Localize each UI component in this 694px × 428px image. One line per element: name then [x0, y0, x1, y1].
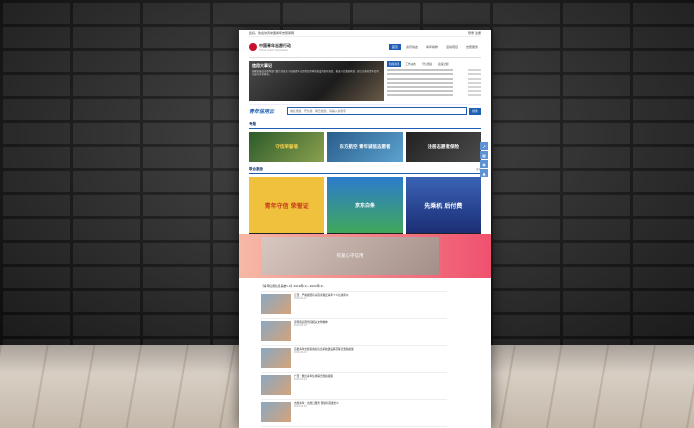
search-input[interactable]: 诚信激励、守信者、联合激励、请输入关键字 [287, 107, 467, 115]
incentive-card[interactable]: 先乘机 后付费 海航集团 [405, 177, 481, 239]
floating-toolbar: ↗ ▦ ◉ ▲ [480, 142, 488, 177]
hero-banner[interactable]: 信用大事记 国家发展改革委等部门联合印发关于加强青年志愿者信用体系建设的指导意见… [249, 61, 384, 101]
featured-news[interactable]: 【青年信用信息系统1.0】2019年(1)~2022年(1) [261, 280, 447, 292]
love-credit-banner[interactable]: 有爱心守信用 [261, 237, 439, 275]
weibo-icon[interactable]: ◉ [480, 160, 488, 168]
card-image-text: 青年守信 荣誉证 [249, 177, 325, 233]
incentive-card[interactable]: 青年守信 荣誉证 江苏省银行 [249, 177, 325, 239]
nav-item-home[interactable]: 首页 [388, 44, 401, 50]
site-logo[interactable]: 中国青年志愿行动 China Youth Volunteers [249, 43, 291, 52]
list-item[interactable]: 广西：推出青年信用联合激励措施 2019-04-12 [261, 373, 447, 400]
emblem-icon [249, 43, 257, 51]
news-tabs: 新闻资讯 工作动态 守信激励 政策法规 [387, 61, 481, 67]
incentive-cards: 青年守信 荣誉证 江苏省银行 京东白条 京东白条 先乘机 后付费 海航集团 [249, 177, 481, 239]
news-thumbnail [261, 402, 291, 422]
news-date: 2019-04-10 [294, 405, 307, 409]
tab-policy[interactable]: 政策法规 [436, 61, 450, 67]
list-item[interactable]: 志愿青年：志愿日服务 帮助有需要的人 2019-04-10 [261, 400, 447, 427]
news-date: 2019-04-16 [294, 324, 307, 328]
hero-title: 信用大事记 [252, 63, 272, 68]
tab-news[interactable]: 新闻资讯 [387, 61, 402, 67]
news-date: 2019-04-17 [294, 297, 307, 301]
top-bar: 您好，欢迎访问中国青年志愿者网 登录 注册 [249, 30, 481, 37]
nav-item-models[interactable]: 青年榜样 [423, 44, 441, 50]
share-icon[interactable]: ↗ [480, 142, 488, 150]
list-item[interactable]: 首批青年志愿者诚信信息系统建设情况联合激励措施 2019-04-15 [261, 346, 447, 373]
nav-item-projects[interactable]: 活动项目 [443, 44, 461, 50]
news-line[interactable] [387, 90, 481, 93]
website-mockup: 您好，欢迎访问中国青年志愿者网 登录 注册 中国青年志愿行动 China You… [239, 30, 491, 428]
hero-area: 信用大事记 国家发展改革委等部门联合印发关于加强青年志愿者信用体系建设的指导意见… [249, 61, 481, 101]
tab-incentive[interactable]: 守信激励 [420, 61, 434, 67]
search-button[interactable]: 搜索 [469, 107, 481, 115]
banner-eastern-airlines[interactable]: 东方航空 青年诚信志愿者 [327, 132, 403, 162]
news-date: 2019-04-12 [294, 378, 307, 382]
hero-description: 国家发展改革委等部门联合印发关于加强青年志愿者信用体系建设的指导意见，推进守信激… [252, 70, 379, 76]
news-line[interactable] [387, 81, 481, 84]
special-banners: 守信荣誉墙 东方航空 青年诚信志愿者 注册志愿者保险 [249, 132, 481, 162]
logo-title: 中国青年志愿行动 [259, 42, 291, 48]
site-header: 中国青年志愿行动 China Youth Volunteers 首页 资讯动态 … [249, 37, 481, 58]
news-list: 【青年信用信息系统1.0】2019年(1)~2022年(1) 江西：严格按照有关… [261, 280, 447, 427]
news-line[interactable] [387, 94, 481, 97]
search-bar: 青年信用云 诚信激励、守信者、联合激励、请输入关键字 搜索 [249, 104, 481, 117]
incentive-card[interactable]: 京东白条 京东白条 [327, 177, 403, 239]
tab-work[interactable]: 工作动态 [403, 61, 417, 67]
news-line[interactable] [387, 77, 481, 80]
news-thumbnail [261, 294, 291, 314]
section-heading: 联合激励 [249, 167, 263, 171]
credit-cloud-logo: 青年信用云 [249, 108, 275, 115]
card-image-text: 先乘机 后付费 [405, 177, 481, 233]
list-item[interactable]: 贯彻落实国务院相关文件精神 2019-04-16 [261, 319, 447, 346]
banner-insurance[interactable]: 注册志愿者保险 [405, 132, 481, 162]
nav-item-news[interactable]: 资讯动态 [403, 44, 421, 50]
news-thumbnail [261, 375, 291, 395]
news-thumbnail [261, 321, 291, 341]
section-heading: 专题 [249, 122, 256, 126]
list-item[interactable]: 江西：严格按照有关程序规定青年个人信用评价 2019-04-17 [261, 292, 447, 319]
news-line[interactable] [387, 69, 481, 72]
news-line[interactable] [387, 73, 481, 76]
news-panel: 新闻资讯 工作动态 守信激励 政策法规 [387, 61, 481, 101]
topbar-welcome: 您好，欢迎访问中国青年志愿者网 [249, 31, 295, 35]
news-date: 2019-04-15 [294, 351, 307, 355]
news-thumbnail [261, 348, 291, 368]
jointly-section-title: 联合激励 更多 [249, 167, 481, 174]
special-section-title: 专题 [249, 122, 481, 129]
logo-subtitle: China Youth Volunteers [259, 48, 288, 52]
banner-honor-wall[interactable]: 守信荣誉墙 [249, 132, 325, 162]
top-icon[interactable]: ▲ [480, 169, 488, 177]
main-nav: 首页 资讯动态 青年榜样 活动项目 志愿服务 [388, 44, 481, 50]
card-image-text: 京东白条 [327, 177, 403, 233]
qrcode-icon[interactable]: ▦ [480, 151, 488, 159]
nav-item-service[interactable]: 志愿服务 [463, 44, 481, 50]
news-line[interactable] [387, 85, 481, 88]
topbar-login[interactable]: 登录 注册 [468, 31, 481, 35]
